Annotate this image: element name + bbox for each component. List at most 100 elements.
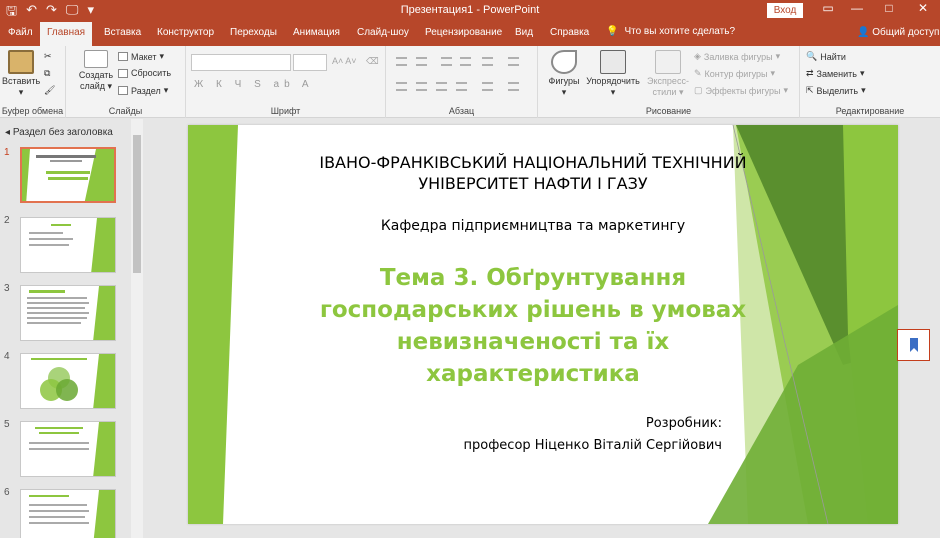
slide-thumbnail-3[interactable] [20, 285, 116, 341]
slide-number: 1 [4, 147, 10, 158]
decrease-indent-icon[interactable] [441, 57, 452, 66]
thumbnail-graphic [29, 490, 115, 538]
shape-effects-label: Эффекты фигуры [705, 85, 781, 96]
slide-thumbnail-4[interactable] [20, 353, 116, 409]
shapes-button[interactable]: Фигуры ▾ [544, 50, 584, 98]
slide-number: 3 [4, 283, 10, 294]
new-slide-label-1: Создать [78, 70, 114, 80]
bookmark-button[interactable] [897, 329, 930, 361]
find-button[interactable]: 🔍 Найти [806, 51, 846, 62]
share-button[interactable]: 👤 Общий доступ [857, 27, 939, 38]
group-clipboard: Вставить ▾ ✂ ⧉ 🖌 Буфер обмена [0, 46, 66, 118]
bullets-icon[interactable] [396, 57, 407, 66]
tab-review[interactable]: Рецензирование [425, 27, 502, 38]
thumbnail-graphic [29, 422, 115, 476]
align-left-icon[interactable] [396, 82, 407, 91]
tab-file[interactable]: Файл [8, 27, 33, 38]
reset-button[interactable]: Сбросить [118, 68, 171, 78]
section-header[interactable]: ◂ Раздел без заголовка [5, 127, 113, 138]
select-icon: ⇱ [806, 85, 814, 95]
shape-outline-button[interactable]: ✎ Контур фигуры ▾ [694, 68, 775, 79]
font-size-input[interactable] [293, 54, 327, 71]
slide-canvas[interactable]: ІВАНО-ФРАНКІВСЬКИЙ НАЦІОНАЛЬНИЙ ТЕХНІЧНИ… [188, 125, 898, 524]
ribbon-tabs: Файл Главная Вставка Конструктор Переход… [0, 22, 940, 46]
format-painter-icon[interactable]: 🖌 [44, 85, 55, 96]
quick-styles-button[interactable]: Экспресс- стили ▾ [642, 50, 694, 98]
text-direction-icon[interactable] [508, 57, 519, 66]
author-label: Розробник: [645, 416, 722, 431]
layout-icon [118, 52, 128, 61]
thumbnail-scrollbar[interactable] [131, 119, 143, 538]
university-line-1: ІВАНО-ФРАНКІВСЬКИЙ НАЦІОНАЛЬНИЙ ТЕХНІЧНИ… [319, 153, 747, 172]
reset-label: Сбросить [131, 68, 172, 78]
slide-thumbnail-2[interactable] [20, 217, 116, 273]
cut-icon[interactable]: ✂ [44, 51, 52, 62]
font-grow-icon[interactable]: A˄ A˅ [332, 56, 357, 66]
topic-line-1: Тема 3. Обґрунтування [379, 265, 687, 291]
slide-number: 4 [4, 351, 10, 362]
section-button[interactable]: Раздел ▾ [118, 85, 168, 96]
select-label: Выделить [816, 85, 859, 96]
paste-button[interactable]: Вставить ▾ [2, 50, 40, 98]
copy-icon[interactable]: ⧉ [44, 68, 50, 79]
department-text[interactable]: Кафедра підприємництва та маркетингу [248, 218, 818, 234]
tab-transitions[interactable]: Переходы [230, 27, 277, 38]
strikethrough-button[interactable]: S [254, 79, 266, 90]
justify-icon[interactable] [456, 82, 467, 91]
slide-thumbnail-5[interactable] [20, 421, 116, 477]
tell-me-box[interactable]: 💡 Что вы хотите сделать? [606, 26, 735, 37]
tab-insert[interactable]: Вставка [104, 27, 141, 38]
arrange-button[interactable]: Упорядочить ▾ [584, 50, 642, 98]
tab-view[interactable]: Вид [515, 27, 533, 38]
tab-slideshow[interactable]: Слайд-шоу [357, 27, 409, 38]
new-slide-label-2: слайд [79, 81, 105, 91]
scrollbar-thumb[interactable] [133, 135, 141, 273]
shape-effects-button[interactable]: ▢ Эффекты фигуры ▾ [694, 85, 788, 96]
shape-fill-button[interactable]: ◈ Заливка фигуры ▾ [694, 51, 780, 62]
group-paragraph: Абзац [386, 46, 538, 118]
ribbon-options-icon[interactable]: ▭ [818, 1, 838, 15]
tab-design[interactable]: Конструктор [157, 27, 214, 38]
smartart-icon[interactable] [508, 82, 519, 91]
outline-icon: ✎ [694, 68, 702, 78]
tab-animations[interactable]: Анимация [293, 27, 340, 38]
tab-help[interactable]: Справка [550, 27, 589, 38]
font-name-input[interactable] [191, 54, 291, 71]
slide-thumbnail-6[interactable] [20, 489, 116, 538]
bold-button[interactable]: Ж [194, 79, 208, 90]
align-center-icon[interactable] [416, 82, 427, 91]
university-title[interactable]: ІВАНО-ФРАНКІВСЬКИЙ НАЦІОНАЛЬНИЙ ТЕХНІЧНИ… [248, 152, 818, 194]
author-block[interactable]: Розробник: професор Ніценко Віталій Серг… [463, 413, 722, 457]
columns-icon[interactable] [482, 82, 493, 91]
group-slides: Создать слайд ▾ Макет ▾ Сбросить Раздел … [66, 46, 186, 118]
increase-indent-icon[interactable] [460, 57, 471, 66]
group-font: A˄ A˅ ⌫ Ж К Ч S ab A Шрифт [186, 46, 386, 118]
layout-button[interactable]: Макет ▾ [118, 51, 164, 62]
italic-button[interactable]: К [216, 79, 227, 90]
group-editing: 🔍 Найти ⇄ Заменить ▾ ⇱ Выделить ▾ Редактиро… [800, 46, 940, 118]
char-spacing-icon[interactable]: ab [274, 79, 295, 90]
tab-home[interactable]: Главная [40, 22, 93, 46]
slide-thumbnail-1[interactable] [20, 147, 116, 203]
numbering-icon[interactable] [416, 57, 427, 66]
close-icon[interactable]: ✕ [913, 1, 933, 15]
sign-in-button[interactable]: Вход [767, 3, 803, 18]
title-bar: 🖫 ↶ ↷ 🖵 ▾ Презентация1 - PowerPoint Вход… [0, 0, 940, 22]
font-group-label: Шрифт [270, 106, 301, 116]
thumbnail-graphic [31, 354, 115, 408]
topic-line-3: невизначеності та їх [396, 329, 670, 355]
clear-format-icon[interactable]: ⌫ [366, 56, 379, 67]
maximize-icon[interactable]: □ [879, 1, 899, 15]
replace-button[interactable]: ⇄ Заменить ▾ [806, 68, 865, 79]
select-button[interactable]: ⇱ Выделить ▾ [806, 85, 866, 96]
thumbnail-graphic [22, 149, 114, 201]
line-spacing-icon[interactable] [482, 57, 493, 66]
section-label: Раздел [131, 85, 161, 96]
align-right-icon[interactable] [436, 82, 447, 91]
underline-button[interactable]: Ч [235, 79, 247, 90]
font-color-icon[interactable]: A [302, 79, 314, 90]
topic-title[interactable]: Тема 3. Обґрунтування господарських ріше… [248, 262, 818, 390]
clipboard-icon [8, 50, 34, 74]
new-slide-button[interactable]: Создать слайд ▾ [78, 50, 114, 92]
minimize-icon[interactable]: — [847, 1, 867, 15]
